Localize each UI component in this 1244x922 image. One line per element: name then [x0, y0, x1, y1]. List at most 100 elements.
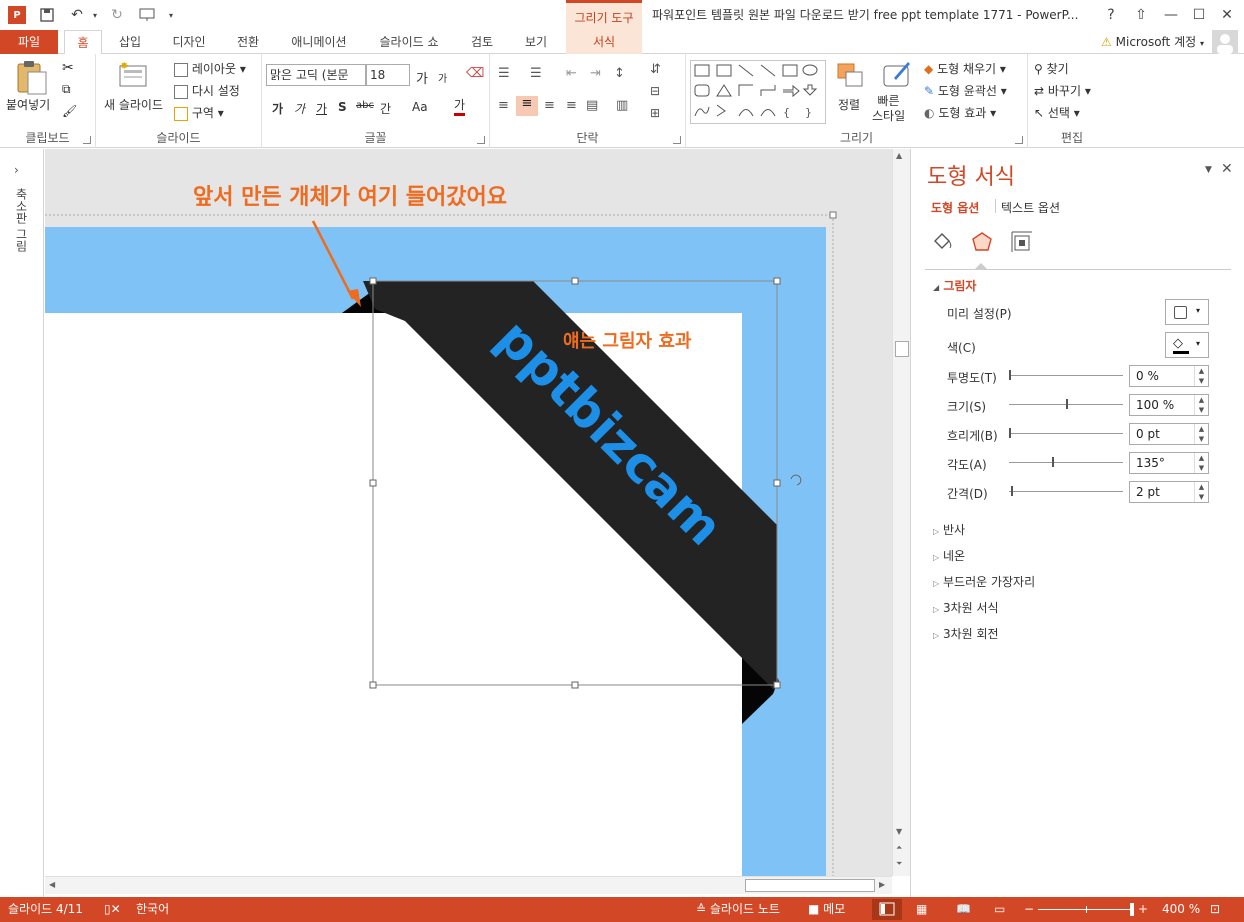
transparency-slider-thumb[interactable] — [1009, 370, 1011, 380]
slideshow-view-icon[interactable]: ▭ — [994, 897, 1005, 922]
format-painter-icon[interactable]: 🖌 — [62, 104, 77, 118]
shrink-font-button[interactable]: 가 — [438, 70, 447, 85]
comments-button[interactable]: ■ 메모 — [808, 897, 845, 922]
effects-icon[interactable] — [971, 231, 993, 256]
start-slideshow-icon[interactable] — [138, 6, 156, 24]
change-case-button[interactable]: Aa — [412, 100, 428, 114]
spin-arrows-icon[interactable]: ▲ ▼ — [1194, 453, 1208, 473]
save-icon[interactable] — [38, 6, 56, 24]
section-3d-format[interactable]: ▷ 3차원 서식 — [933, 599, 999, 616]
help-button[interactable]: ? — [1096, 0, 1126, 30]
tab-format[interactable]: 서식 — [566, 30, 642, 54]
ribbon-display-options-button[interactable]: ⇧ — [1126, 0, 1156, 30]
notes-button[interactable]: ≙ 슬라이드 노트 — [696, 897, 780, 922]
undo-dropdown-icon[interactable]: ▾ — [86, 6, 104, 24]
align-left-icon[interactable]: ≡ — [498, 98, 509, 113]
tab-design[interactable]: 디자인 — [162, 30, 216, 54]
replace-button[interactable]: ⇄ 바꾸기 ▾ — [1034, 82, 1091, 99]
character-spacing-button[interactable]: 간 — [380, 100, 391, 117]
font-color-button[interactable]: 가 — [454, 96, 466, 116]
italic-button[interactable]: 가 — [294, 100, 305, 117]
columns-icon[interactable]: ▥ — [616, 98, 628, 113]
spin-arrows-icon[interactable]: ▲ ▼ — [1194, 424, 1208, 444]
pane-close-icon[interactable]: ✕ — [1221, 161, 1233, 177]
quick-styles-icon[interactable] — [882, 60, 912, 90]
account-menu[interactable]: ⚠ Microsoft 계정 ▾ — [1101, 30, 1204, 54]
select-button[interactable]: ↖ 선택 ▾ — [1034, 104, 1080, 121]
scroll-left-icon[interactable]: ◀ — [49, 880, 55, 889]
distance-slider[interactable] — [1009, 491, 1123, 492]
spin-arrows-icon[interactable]: ▲ ▼ — [1194, 395, 1208, 415]
slide-counter[interactable]: 슬라이드 4/11 — [8, 897, 83, 922]
spin-arrows-icon[interactable]: ▲ ▼ — [1194, 366, 1208, 386]
avatar[interactable] — [1212, 30, 1238, 54]
text-shadow-button[interactable]: S — [338, 100, 347, 114]
align-text-icon[interactable]: ⊟ — [650, 84, 660, 98]
dialog-launcher-icon[interactable] — [673, 136, 681, 144]
angle-slider[interactable] — [1009, 462, 1123, 463]
horizontal-scroll-thumb[interactable] — [745, 879, 875, 892]
new-slide-button[interactable]: 새 슬라이드 — [104, 96, 163, 113]
shadow-color-dropdown[interactable]: ◇ ▾ — [1165, 332, 1209, 358]
section-reflection[interactable]: ▷ 반사 — [933, 521, 965, 538]
fill-line-icon[interactable] — [931, 231, 953, 254]
blur-slider[interactable] — [1009, 433, 1123, 434]
line-spacing-icon[interactable]: ↕ — [614, 66, 625, 81]
scroll-down-icon[interactable]: ▼ — [896, 827, 902, 836]
tab-review[interactable]: 검토 — [460, 30, 504, 54]
copy-icon[interactable]: ⧉ — [62, 82, 71, 97]
angle-spin[interactable]: 135° ▲ ▼ — [1129, 452, 1209, 474]
tab-file[interactable]: 파일 — [0, 30, 58, 54]
bullets-icon[interactable]: ☰ — [498, 66, 510, 81]
layout-button[interactable]: 레이아웃 ▾ — [174, 60, 246, 77]
section-shadow[interactable]: ◢ 그림자 — [933, 277, 976, 294]
shapes-gallery[interactable]: {} — [690, 60, 826, 124]
section-button[interactable]: 구역 ▾ — [174, 104, 224, 121]
vertical-scrollbar[interactable]: ▲ ▼ ⏶ ⏷ — [892, 149, 910, 876]
chevron-right-icon[interactable]: › — [14, 163, 19, 177]
slide-sorter-icon[interactable]: ▦ — [916, 897, 927, 922]
shape-outline-button[interactable]: ✎ 도형 윤곽선 ▾ — [924, 82, 1007, 99]
zoom-out-icon[interactable]: − — [1024, 897, 1034, 922]
pane-options-icon[interactable]: ▼ — [1205, 165, 1212, 175]
angle-slider-thumb[interactable] — [1051, 457, 1054, 467]
new-slide-icon[interactable]: ✸ — [118, 60, 148, 90]
thumbnail-strip[interactable]: › — [0, 149, 44, 897]
grow-font-button[interactable]: 가 — [416, 68, 428, 87]
tab-text-options[interactable]: 텍스트 옵션 — [1001, 199, 1060, 216]
bold-button[interactable]: 가 — [272, 100, 283, 117]
reading-view-icon[interactable]: 📖 — [956, 897, 971, 922]
close-button[interactable]: ✕ — [1212, 0, 1242, 30]
size-spin[interactable]: 100 % ▲ ▼ — [1129, 394, 1209, 416]
normal-view-button[interactable] — [872, 899, 902, 920]
spin-arrows-icon[interactable]: ▲ ▼ — [1194, 482, 1208, 502]
size-slider-thumb[interactable] — [1066, 399, 1068, 409]
customize-qat-icon[interactable]: ▾ — [162, 6, 180, 24]
section-3d-rotation[interactable]: ▷ 3차원 회전 — [933, 625, 999, 642]
tab-shape-options[interactable]: 도형 옵션 — [931, 199, 979, 216]
reset-button[interactable]: 다시 설정 — [174, 82, 240, 99]
tab-home[interactable]: 홈 — [64, 30, 102, 55]
dialog-launcher-icon[interactable] — [1015, 136, 1023, 144]
size-properties-icon[interactable] — [1011, 231, 1033, 256]
text-direction-icon[interactable]: ⇵ — [650, 62, 661, 77]
distance-slider-thumb[interactable] — [1011, 486, 1014, 496]
shape-fill-button[interactable]: ◆ 도형 채우기 ▾ — [924, 60, 1006, 77]
blur-slider-thumb[interactable] — [1009, 428, 1011, 438]
numbering-icon[interactable]: ☰ — [530, 66, 542, 81]
underline-button[interactable]: 가 — [316, 100, 327, 117]
dialog-launcher-icon[interactable] — [477, 136, 485, 144]
dialog-launcher-icon[interactable] — [83, 136, 91, 144]
transparency-spin[interactable]: 0 % ▲ ▼ — [1129, 365, 1209, 387]
zoom-level[interactable]: 400 % — [1162, 897, 1200, 922]
smartart-icon[interactable]: ⊞ — [650, 106, 660, 120]
next-slide-icon[interactable]: ⏷ — [896, 859, 902, 869]
cut-icon[interactable]: ✂ — [62, 60, 74, 76]
blur-spin[interactable]: 0 pt ▲ ▼ — [1129, 423, 1209, 445]
slide-canvas[interactable]: 앞서 만든 개체가 여기 들어갔어요 얘는 그림자 효과 pptbizcam — [45, 149, 892, 876]
spell-check-icon[interactable]: ▯✕ — [104, 897, 121, 922]
undo-icon[interactable]: ↶ — [68, 6, 86, 24]
tab-insert[interactable]: 삽입 — [110, 30, 150, 54]
font-name-combo[interactable]: 맑은 고딕 (본문 — [266, 64, 366, 86]
fit-to-window-icon[interactable]: ⊡ — [1210, 897, 1220, 922]
